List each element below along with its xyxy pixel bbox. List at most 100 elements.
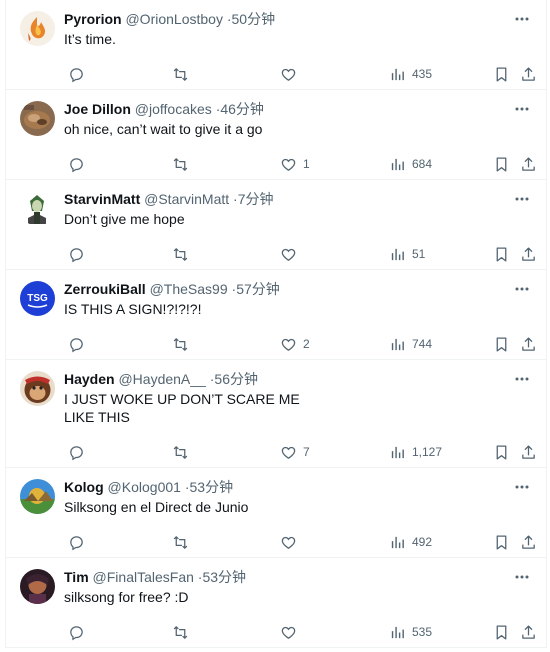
author-name[interactable]: Joe Dillon (64, 101, 131, 117)
views-icon (391, 338, 404, 350)
tweet-actions: 492 (6, 527, 546, 557)
reply-button[interactable] (68, 329, 85, 359)
tweet-text: silksong for free? :D (64, 589, 189, 605)
tweet[interactable]: Hayden @HaydenA__ ·56分钟 I JUST WOKE UP D… (6, 360, 546, 468)
views-icon (391, 158, 404, 170)
tweet[interactable]: StarvinMatt @StarvinMatt ·7分钟 Don’t give… (6, 180, 546, 270)
views-button[interactable]: 51 (389, 239, 425, 269)
reply-button[interactable] (68, 437, 85, 467)
reply-button[interactable] (68, 59, 85, 89)
author-name[interactable]: Kolog (64, 479, 104, 495)
retweet-button[interactable] (172, 239, 189, 269)
bookmark-button[interactable] (493, 527, 510, 557)
tweet-actions: 535 (6, 617, 546, 647)
avatar[interactable] (20, 371, 55, 406)
views-button[interactable]: 1,127 (389, 437, 442, 467)
retweet-button[interactable] (172, 527, 189, 557)
author-name[interactable]: StarvinMatt (64, 191, 140, 207)
timestamp[interactable]: 56分钟 (214, 371, 258, 387)
author-handle[interactable]: @TheSas99 (150, 281, 228, 297)
avatar[interactable]: TSG (20, 281, 55, 316)
views-count: 435 (412, 67, 433, 81)
like-button[interactable] (280, 617, 303, 647)
share-button[interactable] (520, 239, 537, 269)
retweet-button[interactable] (172, 329, 189, 359)
author-handle[interactable]: @OrionLostboy (125, 11, 222, 27)
like-button[interactable] (280, 59, 303, 89)
author-handle[interactable]: @HaydenA__ (118, 371, 205, 387)
avatar[interactable] (20, 11, 55, 46)
bookmark-button[interactable] (493, 437, 510, 467)
retweet-button[interactable] (172, 437, 189, 467)
tweet-text: Silksong en el Direct de Junio (64, 499, 249, 515)
bookmark-button[interactable] (493, 329, 510, 359)
views-button[interactable]: 744 (389, 329, 432, 359)
more-options-icon[interactable] (512, 190, 532, 208)
author-handle[interactable]: @StarvinMatt (144, 191, 229, 207)
like-button[interactable] (280, 239, 303, 269)
timestamp[interactable]: 50分钟 (232, 11, 276, 27)
more-options-icon[interactable] (512, 568, 532, 586)
views-button[interactable]: 684 (389, 149, 432, 179)
timestamp[interactable]: 53分钟 (190, 479, 234, 495)
like-button[interactable] (280, 527, 303, 557)
share-button[interactable] (520, 149, 537, 179)
more-options-icon[interactable] (512, 100, 532, 118)
share-icon (522, 624, 535, 639)
tweet[interactable]: Pyrorion @OrionLostboy ·50分钟 It’s time. … (6, 0, 546, 90)
views-count: 492 (412, 535, 433, 549)
timestamp[interactable]: 53分钟 (202, 569, 246, 585)
views-button[interactable]: 535 (389, 617, 432, 647)
retweet-button[interactable] (172, 617, 189, 647)
author-name[interactable]: ZerroukiBall (64, 281, 146, 297)
share-button[interactable] (520, 59, 537, 89)
reply-button[interactable] (68, 527, 85, 557)
share-button[interactable] (520, 437, 537, 467)
bookmark-icon (496, 156, 507, 172)
more-options-icon[interactable] (512, 10, 532, 28)
timestamp[interactable]: 46分钟 (220, 101, 264, 117)
tweet[interactable]: Kolog @Kolog001 ·53分钟 Silksong en el Dir… (6, 468, 546, 558)
timestamp[interactable]: 7分钟 (238, 191, 274, 207)
retweet-button[interactable] (172, 59, 189, 89)
bookmark-button[interactable] (493, 59, 510, 89)
bookmark-button[interactable] (493, 617, 510, 647)
author-name[interactable]: Tim (64, 569, 89, 585)
avatar[interactable] (20, 569, 55, 604)
heart-icon (281, 248, 296, 261)
author-name[interactable]: Hayden (64, 371, 115, 387)
retweet-icon (173, 535, 188, 549)
views-button[interactable]: 435 (389, 59, 432, 89)
retweet-button[interactable] (172, 149, 189, 179)
share-icon (522, 66, 535, 81)
avatar[interactable] (20, 101, 55, 136)
share-button[interactable] (520, 527, 537, 557)
reply-button[interactable] (68, 149, 85, 179)
author-name[interactable]: Pyrorion (64, 11, 122, 27)
views-button[interactable]: 492 (389, 527, 432, 557)
heart-icon (281, 446, 296, 459)
author-handle[interactable]: @Kolog001 (108, 479, 181, 495)
reply-button[interactable] (68, 617, 85, 647)
retweet-icon (173, 337, 188, 351)
like-button[interactable]: 1 (280, 149, 310, 179)
author-handle[interactable]: @joffocakes (135, 101, 212, 117)
bookmark-button[interactable] (493, 149, 510, 179)
share-button[interactable] (520, 617, 537, 647)
tweet[interactable]: Tim @FinalTalesFan ·53分钟 silksong for fr… (6, 558, 546, 648)
more-options-icon[interactable] (512, 370, 532, 388)
author-handle[interactable]: @FinalTalesFan (93, 569, 194, 585)
share-button[interactable] (520, 329, 537, 359)
avatar[interactable] (20, 479, 55, 514)
reply-button[interactable] (68, 239, 85, 269)
avatar[interactable] (20, 191, 55, 226)
like-button[interactable]: 2 (280, 329, 310, 359)
like-button[interactable]: 7 (280, 437, 310, 467)
more-options-icon[interactable] (512, 280, 532, 298)
timestamp[interactable]: 57分钟 (236, 281, 280, 297)
tweet[interactable]: TSG ZerroukiBall @TheSas99 ·57分钟 IS THIS… (6, 270, 546, 360)
tweet[interactable]: Joe Dillon @joffocakes ·46分钟 oh nice, ca… (6, 90, 546, 180)
bookmark-button[interactable] (493, 239, 510, 269)
more-options-icon[interactable] (512, 478, 532, 496)
reply-icon (70, 337, 83, 352)
